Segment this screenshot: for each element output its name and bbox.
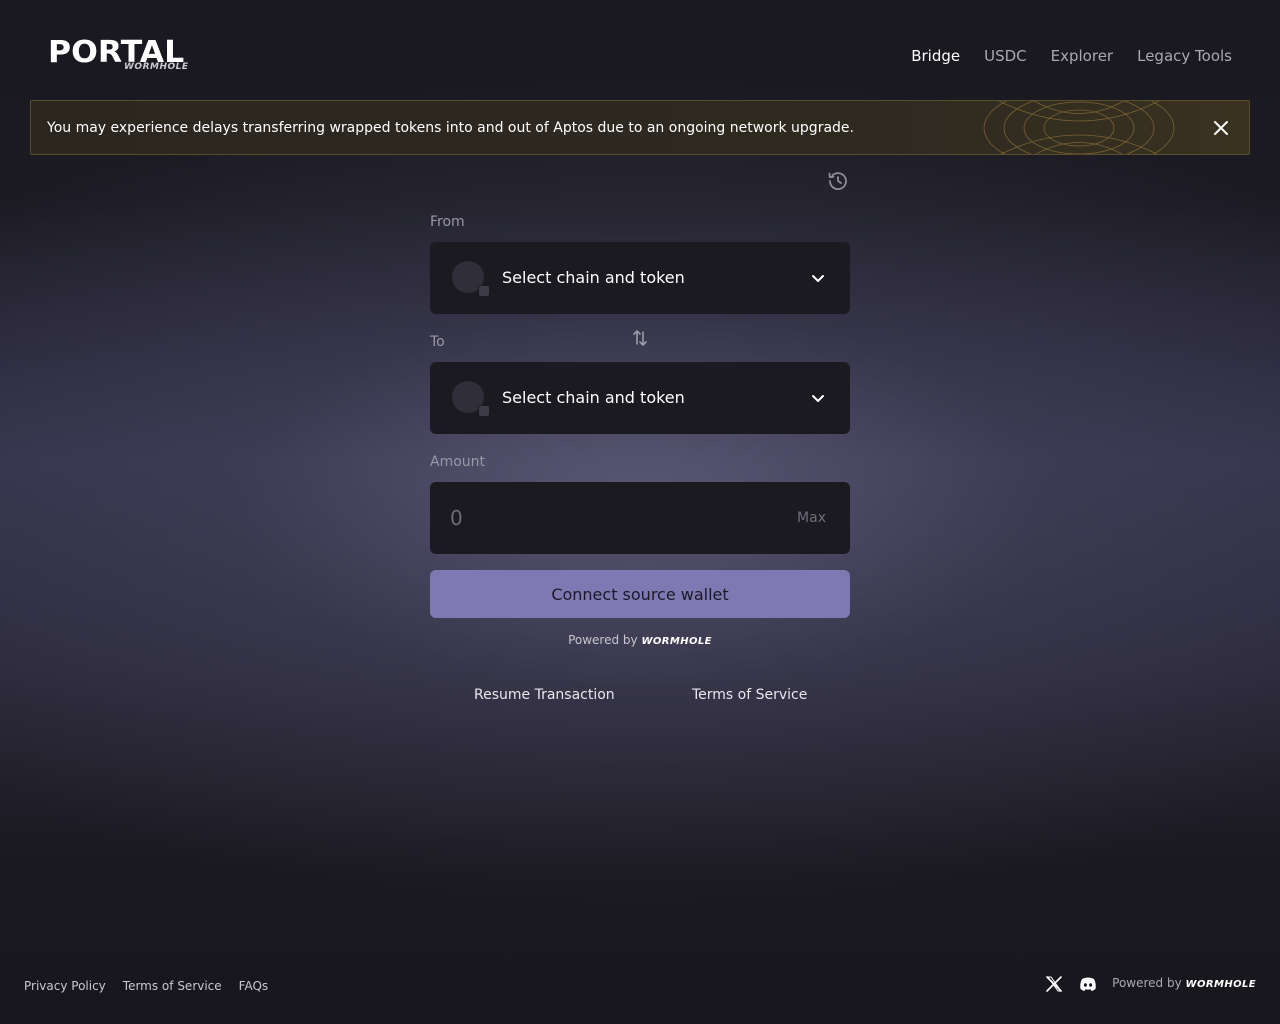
close-icon[interactable]	[1211, 118, 1231, 138]
amount-label: Amount	[430, 454, 486, 470]
chevron-down-icon	[812, 275, 824, 282]
wormhole-decoration-icon	[983, 101, 1175, 154]
to-selector-text: Select chain and token	[502, 388, 685, 407]
from-selector-text: Select chain and token	[502, 268, 685, 287]
amount-field: Max	[430, 482, 850, 554]
powered-by-text: Powered by	[568, 633, 638, 647]
discord-icon[interactable]	[1078, 974, 1098, 994]
wormhole-logo: WORMHOLE	[641, 636, 712, 647]
from-chain-token-selector[interactable]: Select chain and token	[430, 242, 850, 314]
resume-transaction-link[interactable]: Resume Transaction	[474, 686, 615, 704]
token-placeholder-icon	[452, 261, 490, 297]
token-placeholder-icon	[452, 381, 490, 417]
nav-explorer[interactable]: Explorer	[1051, 46, 1113, 66]
footer-wormhole-logo: WORMHOLE	[1185, 979, 1256, 990]
amount-input[interactable]	[450, 504, 750, 532]
portal-logo[interactable]: PORTAL WORMHOLE	[48, 38, 208, 74]
to-chain-token-selector[interactable]: Select chain and token	[430, 362, 850, 434]
notice-banner: You may experience delays transferring w…	[30, 100, 1250, 155]
chevron-down-icon	[812, 395, 824, 402]
max-button[interactable]: Max	[797, 509, 826, 527]
powered-by-wormhole: Powered by WORMHOLE	[430, 632, 850, 650]
swap-icon[interactable]	[630, 328, 650, 348]
main-nav: Bridge USDC Explorer Legacy Tools	[911, 46, 1232, 66]
banner-message: You may experience delays transferring w…	[47, 120, 854, 136]
footer-links: Privacy Policy Terms of Service FAQs	[24, 978, 268, 994]
footer-right: Powered by WORMHOLE	[1044, 974, 1256, 994]
footer-terms-of-service[interactable]: Terms of Service	[123, 978, 222, 994]
terms-of-service-link[interactable]: Terms of Service	[692, 686, 807, 704]
footer-faqs[interactable]: FAQs	[239, 978, 269, 994]
footer-privacy-policy[interactable]: Privacy Policy	[24, 978, 106, 994]
logo-subtitle: WORMHOLE	[124, 62, 189, 72]
from-label: From	[430, 214, 465, 230]
nav-usdc[interactable]: USDC	[984, 46, 1027, 66]
to-label: To	[430, 334, 445, 350]
header: PORTAL WORMHOLE Bridge USDC Explorer Leg…	[0, 0, 1280, 100]
x-icon[interactable]	[1044, 974, 1064, 994]
nav-legacy-tools[interactable]: Legacy Tools	[1137, 46, 1232, 66]
connect-source-wallet-button[interactable]: Connect source wallet	[430, 570, 850, 618]
footer-powered-by: Powered by WORMHOLE	[1112, 975, 1256, 993]
footer-powered-by-text: Powered by	[1112, 976, 1182, 990]
nav-bridge[interactable]: Bridge	[911, 46, 960, 66]
history-icon[interactable]	[826, 169, 850, 193]
